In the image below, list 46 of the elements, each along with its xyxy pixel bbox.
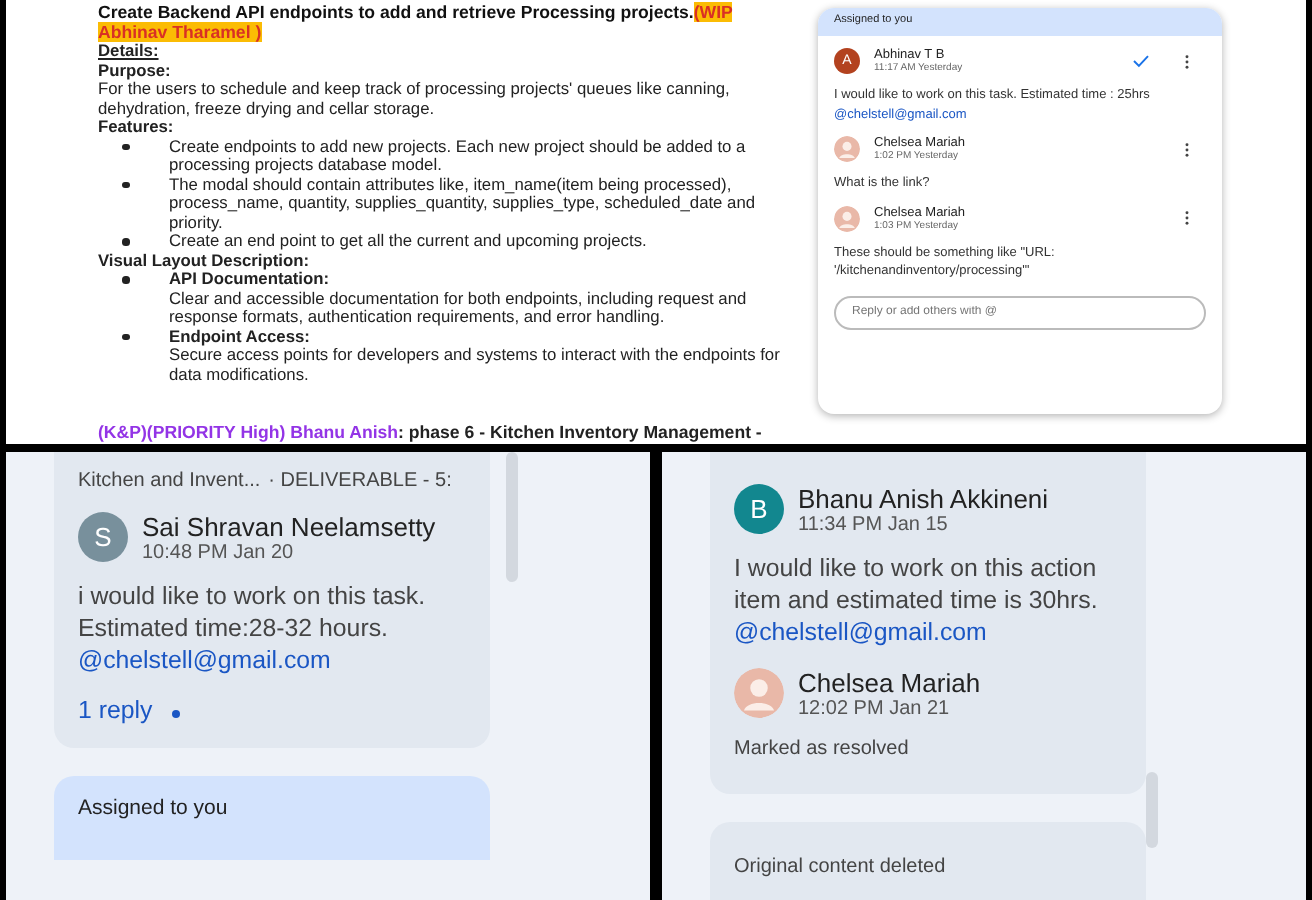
author-name: Chelsea Mariah (798, 667, 983, 697)
paragraph: For the users to schedule and keep track of processing projects' queues like canning, dehydration, freeze drying and cellar storage. (98, 80, 732, 118)
bullet-icon (122, 143, 129, 150)
comment-time: 12:02 PM Jan 21 (798, 697, 952, 719)
bullet-text: The modal should contain attributes like, item_name(item being processed), process_name, quantity, supplies_quantity, supplies_type, scheduled_date and priority. (169, 175, 758, 232)
more-options-icon[interactable] (1184, 53, 1190, 69)
scrollbar[interactable] (506, 451, 518, 581)
bullet-text: Create an end point to get all the current and upcoming projects. (169, 232, 647, 251)
avatar-silhouette-icon (834, 205, 860, 231)
section-heading: Visual Layout Description: (98, 251, 309, 270)
task-title: (K&P)(PRIORITY High) Bhanu Anish: phase 6 - Kitchen Inventory Management - (98, 424, 764, 443)
section-heading: Details: (98, 42, 161, 61)
replies-link[interactable]: 1 reply (78, 695, 153, 723)
bullet-text: Create endpoints to add new projects. Each new project should be added to a processing projects database model. (169, 137, 748, 175)
author-name: Bhanu Anish Akkineni (798, 483, 1051, 513)
card-header: Assigned to you (54, 775, 490, 859)
author-name: Sai Shravan Neelamsetty (142, 511, 438, 541)
checkmark-icon[interactable] (1132, 54, 1150, 68)
task-title: Create Backend API endpoints to add and retrieve Processing projects.(WIP Abhinav Tharamel ) (98, 4, 735, 42)
bullet-heading: API Documentation: (169, 270, 332, 289)
avatar-silhouette-icon (734, 668, 784, 718)
avatar: B (734, 484, 784, 534)
comment-time: 11:34 PM Jan 15 (798, 513, 950, 535)
section-heading: Features: (98, 118, 174, 137)
bullet-icon (122, 181, 129, 188)
scrollbar[interactable] (1146, 771, 1158, 847)
context-label: · DELIVERABLE - 5: (268, 469, 452, 491)
mention-link[interactable]: @chelstell@gmail.com (734, 615, 1122, 647)
more-options-icon[interactable] (1184, 210, 1190, 226)
bullet-heading: Endpoint Access: (169, 327, 312, 346)
document-context: Kitchen and Invent... (78, 469, 261, 491)
bullet-text: Secure access points for developers and systems to interact with the endpoints for data modifications. (169, 346, 782, 384)
mention-link[interactable]: @chelstell@gmail.com (78, 643, 466, 675)
comment-time: 10:48 PM Jan 20 (142, 541, 294, 563)
comment-text: I would like to work on this action item and estimated time is 30hrs. (734, 551, 1100, 615)
more-options-icon[interactable] (1184, 141, 1190, 157)
status-text: Marked as resolved (734, 735, 911, 761)
deleted-notice: Original content deleted (734, 855, 946, 877)
avatar-silhouette-icon (834, 136, 860, 162)
avatar: S (78, 512, 128, 562)
bullet-icon (122, 333, 129, 340)
bullet-text: Clear and accessible documentation for both endpoints, including request and response formats, authentication requirements, and error handling. (169, 289, 749, 327)
bullet-icon (122, 276, 129, 283)
comment-text: i would like to work on this task. Estimated time:28-32 hours. (78, 579, 428, 643)
bullet-icon (122, 238, 129, 245)
section-heading: Purpose: (98, 61, 173, 80)
